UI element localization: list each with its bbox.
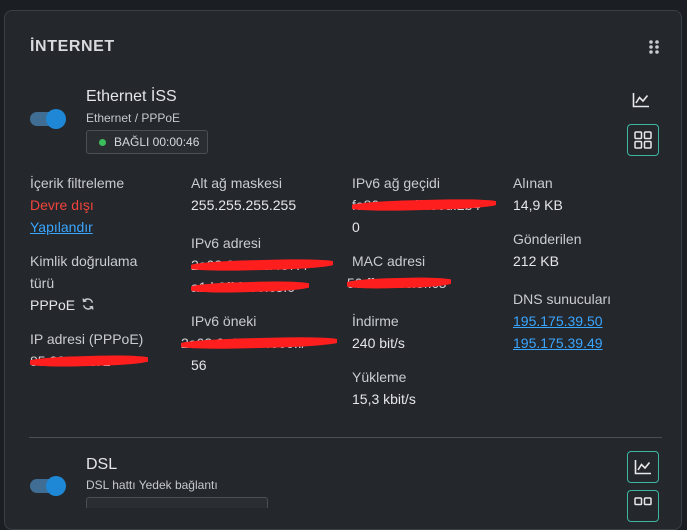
dsl-subtitle: DSL hattı Yedek bağlantı xyxy=(86,478,218,492)
grid-icon xyxy=(634,131,652,149)
received-label: Alınan xyxy=(513,175,553,191)
section-divider xyxy=(29,437,662,438)
dsl-grid-button[interactable] xyxy=(627,490,659,522)
mac-address-label: MAC adresi xyxy=(352,253,426,269)
upload-value: 15,3 kbit/s xyxy=(352,391,416,407)
ip-address-label: IP adresi (PPPoE) xyxy=(30,331,144,347)
dsl-chart-button[interactable] xyxy=(627,451,659,483)
ipv6-prefix-label: IPv6 öneki xyxy=(191,313,257,329)
card-title: İNTERNET xyxy=(30,38,115,55)
ipv6-gateway-value-line2: 0 xyxy=(352,219,360,235)
ethernet-subtitle: Ethernet / PPPoE xyxy=(86,111,181,125)
line-chart-icon xyxy=(632,93,649,108)
line-chart-icon xyxy=(634,460,651,475)
ipv6-gateway-value-line1: fe80::e:48ff:fe6d:2b4 xyxy=(352,197,496,213)
ethernet-chart-button[interactable] xyxy=(626,85,656,115)
content-filter-value: Devre dışı xyxy=(30,197,94,213)
dns-servers-label: DNS sunucuları xyxy=(513,291,612,307)
auth-type-value: PPPoE xyxy=(30,297,76,313)
dsl-toggle[interactable] xyxy=(30,476,66,496)
mac-address-value: 50:ff:20:5c:3f:c3 xyxy=(347,275,451,291)
ip-address-value: 85.28.11.172 xyxy=(30,353,148,369)
ipv6-gateway-label: IPv6 ağ geçidi xyxy=(352,175,440,191)
ipv6-address-value-line1: 2a02:6a8:41:4e7:4 xyxy=(191,257,333,273)
ipv6-prefix-value-line2: 56 xyxy=(191,357,207,373)
configure-link[interactable]: Yapılandır xyxy=(30,219,93,235)
ipv6-address-label: IPv6 adresi xyxy=(191,235,262,251)
refresh-icon[interactable] xyxy=(81,297,95,311)
sent-label: Gönderilen xyxy=(513,231,582,247)
ethernet-toggle[interactable] xyxy=(30,109,66,129)
ethernet-grid-button[interactable] xyxy=(627,124,659,156)
subnet-mask-label: Alt ağ maskesi xyxy=(191,175,283,191)
download-value: 240 bit/s xyxy=(352,335,405,351)
status-text: BAĞLI 00:00:46 xyxy=(114,135,200,149)
content-filter-label: İçerik filtreleme xyxy=(30,175,125,191)
ethernet-name: Ethernet İSS xyxy=(86,88,177,105)
upload-label: Yükleme xyxy=(352,369,407,385)
dns-server-1[interactable]: 195.175.39.50 xyxy=(513,313,603,329)
drag-handle-dots-icon[interactable] xyxy=(648,39,660,55)
auth-type-label-line2: türü xyxy=(30,275,55,291)
ipv6-prefix-value-line1: 2a02:6a8:41:4e00::/ xyxy=(181,335,337,351)
dsl-name: DSL xyxy=(86,456,118,473)
download-label: İndirme xyxy=(352,313,399,329)
subnet-mask-value: 255.255.255.255 xyxy=(191,197,297,213)
received-value: 14,9 KB xyxy=(513,197,563,213)
auth-type-label-line1: Kimlik doğrulama xyxy=(30,253,138,269)
status-badge: BAĞLI 00:00:46 xyxy=(86,130,208,154)
status-dot xyxy=(99,138,106,146)
ipv6-address-value-line2: a1:b3ff:fe80:c5f0 xyxy=(191,279,309,295)
internet-card: İNTERNET Ethernet İSS Ethernet / PPPoE B… xyxy=(4,10,682,530)
grid-icon xyxy=(634,497,652,506)
dns-server-2[interactable]: 195.175.39.49 xyxy=(513,335,603,351)
sent-value: 212 KB xyxy=(513,253,559,269)
